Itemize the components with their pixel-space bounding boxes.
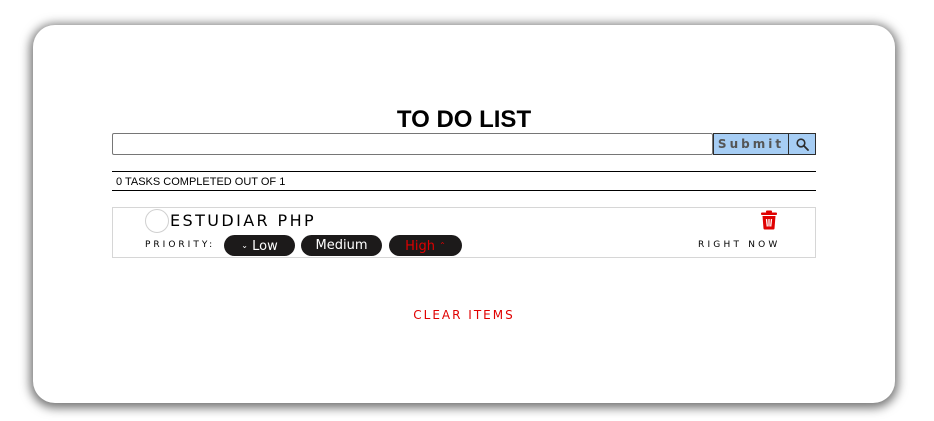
task-timestamp: RIGHT NOW — [698, 240, 781, 250]
priority-medium-label: Medium — [315, 238, 368, 253]
search-button[interactable] — [788, 133, 816, 155]
priority-label: PRIORITY: — [145, 240, 216, 250]
task-name: ESTUDIAR PHP — [170, 211, 317, 230]
todo-card: TO DO LIST Submit 0 TASKS COMPLETED OUT … — [33, 25, 895, 403]
chevron-up-icon: ⌃ — [439, 241, 446, 250]
trash-icon[interactable] — [760, 210, 778, 230]
priority-low-label: Low — [252, 239, 278, 254]
completion-counter: 0 TASKS COMPLETED OUT OF 1 — [112, 171, 816, 191]
search-icon — [795, 137, 809, 151]
priority-medium-button[interactable]: Medium — [301, 235, 382, 256]
priority-low-button[interactable]: ⌄ Low — [224, 235, 295, 256]
list-item: ESTUDIAR PHP PRIORITY: ⌄ Low Medium High… — [112, 207, 816, 258]
priority-high-label: High — [405, 239, 436, 254]
clear-items-button[interactable]: CLEAR ITEMS — [33, 308, 895, 322]
complete-toggle[interactable] — [145, 209, 169, 233]
priority-high-button[interactable]: High ⌃ — [389, 235, 462, 256]
page-title: TO DO LIST — [396, 106, 532, 133]
task-input[interactable] — [112, 133, 713, 155]
chevron-down-icon: ⌄ — [241, 241, 248, 250]
submit-button[interactable]: Submit — [713, 133, 789, 155]
